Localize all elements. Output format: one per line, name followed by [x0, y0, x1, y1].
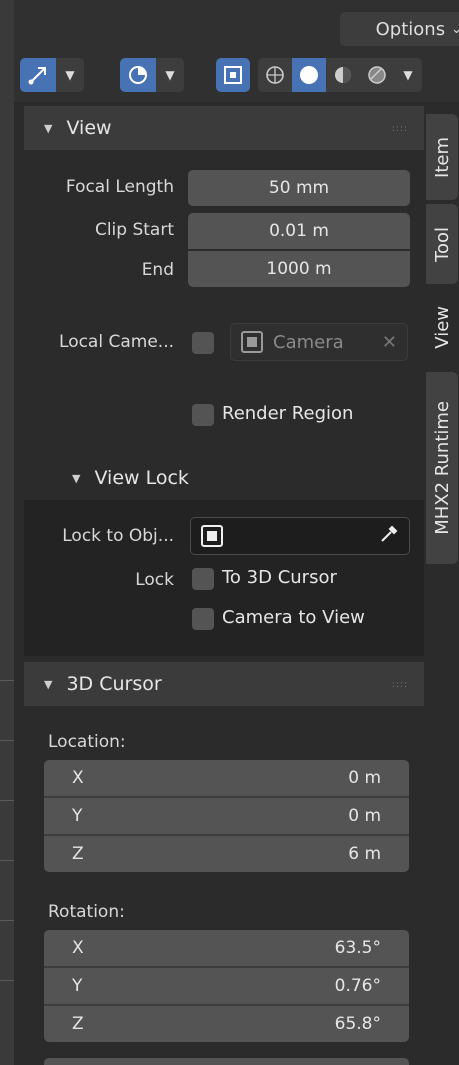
axis-value: 6 m	[348, 844, 381, 864]
local-camera-label: Local Came...	[59, 332, 174, 352]
panel-title: View	[66, 117, 112, 139]
object-icon	[201, 525, 223, 547]
tab-label: View	[431, 305, 453, 349]
axis-value: 63.5°	[334, 938, 381, 958]
lock-label: Lock	[135, 570, 174, 590]
camera-placeholder: Camera	[273, 331, 344, 353]
rotation-x-field[interactable]: X 63.5°	[44, 930, 409, 966]
camera-object-icon	[241, 331, 263, 353]
rotation-label: Rotation:	[48, 902, 125, 922]
clear-icon[interactable]: ✕	[382, 332, 397, 353]
cursor-panel-header[interactable]: ▼ 3D Cursor ::::	[24, 662, 424, 706]
local-camera-field[interactable]: Camera ✕	[230, 323, 408, 361]
shading-dropdown[interactable]: ▼	[394, 58, 422, 92]
solid-shading-icon[interactable]	[292, 58, 326, 92]
viewport-edge[interactable]	[0, 0, 14, 1065]
clip-end-label: End	[141, 260, 174, 280]
tab-tool[interactable]: Tool	[426, 204, 458, 284]
gizmo-toggle-group: ▼	[20, 58, 84, 92]
tab-label: MHX2 Runtime	[431, 401, 453, 535]
material-shading-icon[interactable]	[326, 58, 360, 92]
viewport-grid-line	[0, 860, 14, 861]
expand-triangle-icon: ▼	[44, 677, 53, 691]
expand-triangle-icon: ▼	[72, 471, 81, 485]
rotation-z-field[interactable]: Z 65.8°	[44, 1006, 409, 1042]
xray-icon[interactable]	[216, 58, 250, 92]
viewport-grid-line	[0, 980, 14, 981]
location-y-field[interactable]: Y 0 m	[44, 798, 409, 834]
drag-grip-icon[interactable]: ::::	[392, 680, 408, 690]
expand-triangle-icon: ▼	[44, 121, 53, 135]
view-panel-header[interactable]: ▼ View ::::	[24, 106, 424, 150]
camera-to-view-label: Camera to View	[222, 607, 365, 628]
axis-value: 0.76°	[334, 976, 381, 996]
chevron-down-icon: ⌄	[451, 21, 459, 37]
to-3d-cursor-label: To 3D Cursor	[222, 567, 337, 588]
axis-label: Y	[72, 976, 83, 996]
eyedropper-icon[interactable]	[379, 524, 399, 549]
options-label: Options	[375, 18, 446, 40]
tab-mhx2-runtime[interactable]: MHX2 Runtime	[426, 372, 458, 564]
local-camera-checkbox[interactable]	[192, 332, 214, 354]
viewport-header: Options ⌄ ▼ ▼ ▼	[14, 0, 459, 102]
shading-mode-group: ▼	[258, 58, 422, 92]
chevron-down-icon: ▼	[165, 68, 175, 82]
gizmo-dropdown[interactable]: ▼	[56, 58, 84, 92]
tab-view[interactable]: View	[426, 286, 458, 368]
tab-label: Item	[431, 136, 453, 178]
chevron-down-icon: ▼	[403, 68, 413, 82]
axis-value: 65.8°	[334, 1014, 381, 1034]
next-field-partial	[44, 1058, 409, 1065]
axis-label: Z	[72, 844, 84, 864]
options-dropdown[interactable]: Options ⌄	[340, 12, 459, 46]
camera-to-view-checkbox[interactable]	[192, 608, 214, 630]
clip-start-field[interactable]: 0.01 m	[188, 213, 410, 249]
axis-value: 0 m	[348, 768, 381, 788]
chevron-down-icon: ▼	[65, 68, 75, 82]
clip-start-label: Clip Start	[94, 220, 174, 240]
subpanel-title: View Lock	[94, 467, 189, 489]
axis-label: Z	[72, 1014, 84, 1034]
axis-label: X	[72, 938, 84, 958]
axis-label: X	[72, 768, 84, 788]
location-z-field[interactable]: Z 6 m	[44, 836, 409, 872]
panel-title: 3D Cursor	[66, 673, 162, 695]
lock-to-object-field[interactable]	[190, 517, 410, 555]
location-x-field[interactable]: X 0 m	[44, 760, 409, 796]
axis-value: 0 m	[348, 806, 381, 826]
tab-label: Tool	[431, 226, 453, 262]
gizmo-icon[interactable]	[20, 58, 56, 92]
xray-toggle	[216, 58, 250, 92]
render-region-label: Render Region	[222, 403, 354, 424]
viewport-grid-line	[0, 680, 14, 681]
render-region-checkbox[interactable]	[192, 404, 214, 426]
drag-grip-icon[interactable]: ::::	[392, 124, 408, 134]
wireframe-shading-icon[interactable]	[258, 58, 292, 92]
viewport-grid-line	[0, 800, 14, 801]
focal-length-field[interactable]: 50 mm	[188, 170, 410, 206]
tab-item[interactable]: Item	[426, 114, 458, 200]
clip-end-field[interactable]: 1000 m	[188, 251, 410, 287]
lock-to-object-label: Lock to Obj...	[62, 526, 174, 546]
axis-label: Y	[72, 806, 83, 826]
viewport-grid-line	[0, 740, 14, 741]
overlay-toggle-group: ▼	[120, 58, 184, 92]
location-label: Location:	[48, 732, 126, 752]
rendered-shading-icon[interactable]	[360, 58, 394, 92]
overlay-dropdown[interactable]: ▼	[156, 58, 184, 92]
rotation-y-field[interactable]: Y 0.76°	[44, 968, 409, 1004]
overlay-icon[interactable]	[120, 58, 156, 92]
viewport-grid-line	[0, 920, 14, 921]
to-3d-cursor-checkbox[interactable]	[192, 568, 214, 590]
focal-length-label: Focal Length	[65, 177, 174, 197]
view-lock-header[interactable]: ▼ View Lock	[24, 456, 424, 500]
